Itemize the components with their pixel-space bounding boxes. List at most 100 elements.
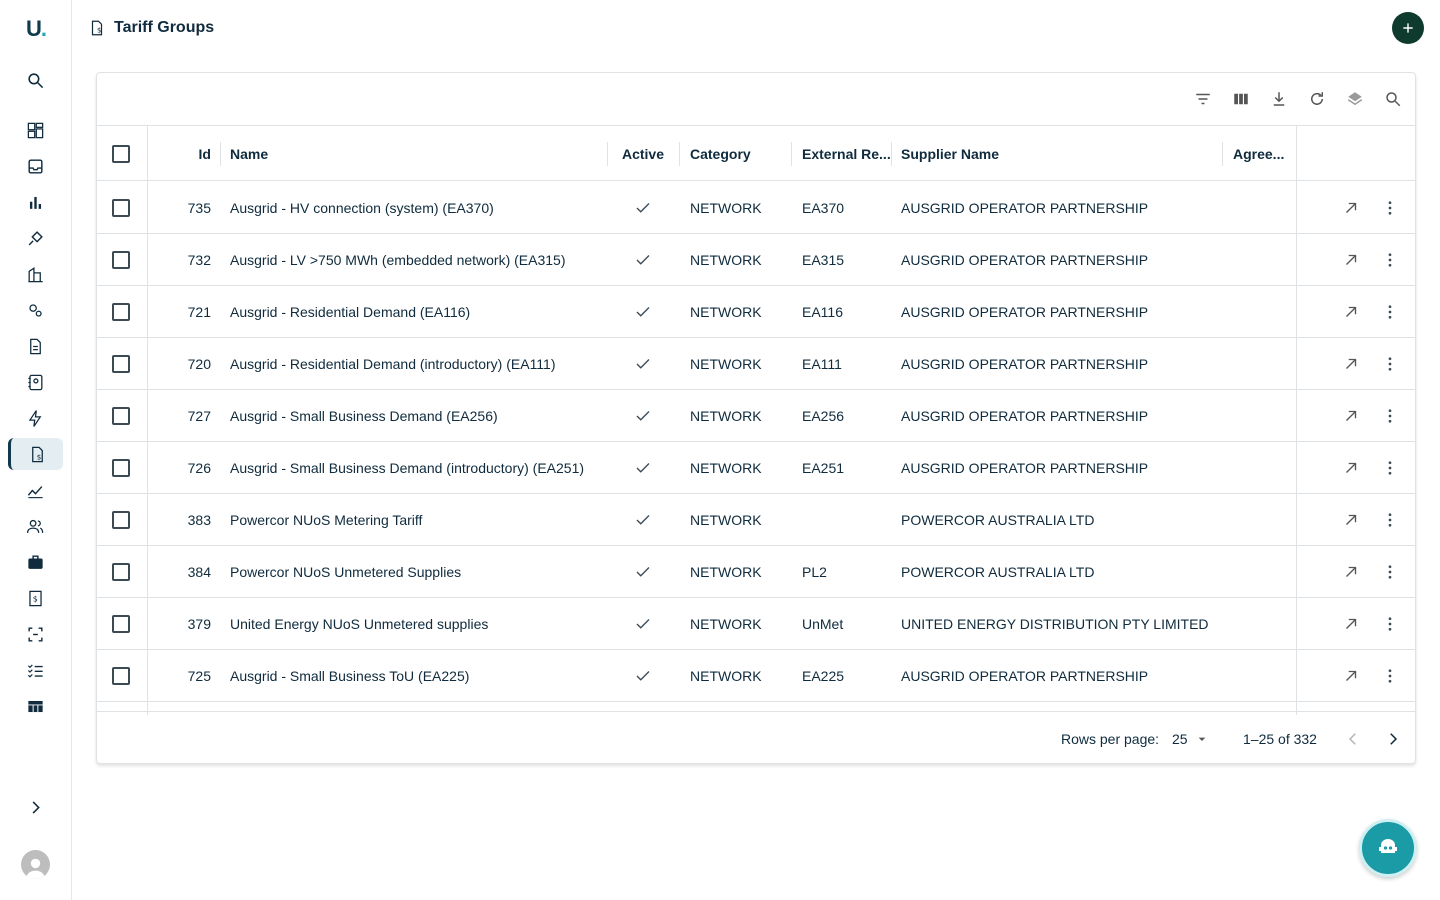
chat-assistant-button[interactable]	[1359, 819, 1417, 877]
refresh-button[interactable]	[1307, 87, 1327, 111]
sidebar-item-briefcase[interactable]	[8, 546, 63, 578]
sidebar-item-scan[interactable]	[8, 618, 63, 650]
row-menu-button[interactable]	[1381, 546, 1399, 597]
cell-id: 379	[187, 615, 211, 632]
refresh-icon	[1311, 92, 1323, 105]
app-logo[interactable]: U.	[26, 16, 47, 42]
row-menu-button[interactable]	[1381, 442, 1399, 493]
select-all-checkbox[interactable]	[112, 126, 130, 181]
row-checkbox[interactable]	[112, 338, 130, 389]
sidebar-item-building[interactable]	[8, 258, 63, 290]
row-menu-button[interactable]	[1381, 494, 1399, 545]
search-button[interactable]	[1383, 87, 1403, 111]
row-checkbox[interactable]	[112, 494, 130, 545]
sidebar-item-document[interactable]	[8, 330, 63, 362]
user-avatar[interactable]	[21, 850, 50, 879]
sidebar-item-bolt[interactable]	[8, 402, 63, 434]
table-row[interactable]: 725 Ausgrid - Small Business ToU (EA225) N…	[97, 650, 1415, 702]
row-checkbox[interactable]	[112, 546, 130, 597]
previous-page-button[interactable]	[1344, 712, 1362, 763]
sidebar-item-table[interactable]	[8, 690, 63, 722]
open-in-new-icon	[1346, 514, 1357, 525]
layers-button[interactable]	[1345, 87, 1365, 111]
column-header-active[interactable]: Active	[607, 126, 679, 181]
row-menu-button[interactable]	[1381, 598, 1399, 649]
sidebar-item-people[interactable]	[8, 510, 63, 542]
open-button[interactable]	[1342, 494, 1360, 545]
row-checkbox[interactable]	[112, 442, 130, 493]
sidebar-item-checklist[interactable]	[8, 654, 63, 686]
row-menu-button[interactable]	[1381, 650, 1399, 701]
location-icon	[29, 303, 42, 317]
table-row[interactable]: 384 Powercor NUoS Unmetered Supplies NETWO…	[97, 546, 1415, 598]
sidebar: U. $ $	[0, 0, 72, 900]
table-row[interactable]: 727 Ausgrid - Small Business Demand (EA25…	[97, 390, 1415, 442]
svg-text:$: $	[36, 452, 41, 461]
column-header-id[interactable]: Id	[147, 126, 211, 181]
row-menu-button[interactable]	[1381, 234, 1399, 285]
table-row[interactable]: 721 Ausgrid - Residential Demand (EA116) N…	[97, 286, 1415, 338]
sidebar-item-location[interactable]	[8, 294, 63, 326]
row-checkbox[interactable]	[112, 234, 130, 285]
filter-button[interactable]	[1193, 87, 1213, 111]
row-checkbox[interactable]	[112, 182, 130, 233]
layers-icon	[1347, 92, 1363, 106]
table-row[interactable]: 732 Ausgrid - LV >750 MWh (embedded netwo…	[97, 234, 1415, 286]
download-button[interactable]	[1269, 87, 1289, 111]
data-grid: Id Name Active Category External Re... S…	[96, 72, 1416, 764]
cell-external-ref: EA370	[802, 199, 845, 216]
row-menu-button[interactable]	[1381, 286, 1399, 337]
column-header-supplier-name[interactable]: Supplier Name	[901, 126, 999, 181]
sidebar-item-contacts[interactable]	[8, 366, 63, 398]
row-menu-button[interactable]	[1381, 182, 1399, 233]
active-check-icon	[607, 286, 679, 337]
sidebar-item-trend[interactable]	[8, 474, 63, 506]
svg-text:$: $	[33, 594, 38, 603]
next-page-button[interactable]	[1384, 712, 1402, 763]
sidebar-item-search[interactable]	[8, 64, 63, 96]
cell-category: NETWORK	[690, 459, 762, 476]
sidebar-item-dashboard[interactable]	[8, 114, 63, 146]
open-button[interactable]	[1342, 546, 1360, 597]
row-checkbox[interactable]	[112, 650, 130, 701]
table-row[interactable]: 383 Powercor NUoS Metering Tariff NETWORK P…	[97, 494, 1415, 546]
open-button[interactable]	[1342, 286, 1360, 337]
sidebar-item-plug[interactable]	[8, 222, 63, 254]
add-button[interactable]	[1392, 12, 1424, 44]
open-button[interactable]	[1342, 650, 1360, 701]
column-header-category[interactable]: Category	[690, 126, 751, 181]
column-header-agreement[interactable]: Agree...	[1233, 126, 1284, 181]
table-row[interactable]: 720 Ausgrid - Residential Demand (introdu…	[97, 338, 1415, 390]
cell-id: 727	[187, 407, 211, 424]
cell-external-ref: EA256	[802, 407, 845, 424]
columns-button[interactable]	[1231, 87, 1251, 111]
expand-sidebar-button[interactable]	[8, 791, 63, 823]
cell-supplier-name: POWERCOR AUSTRALIA LTD	[901, 563, 1095, 580]
open-button[interactable]	[1342, 338, 1360, 389]
open-button[interactable]	[1342, 182, 1360, 233]
sidebar-item-invoice[interactable]: $	[8, 582, 63, 614]
sidebar-item-tariff[interactable]: $	[8, 438, 63, 470]
sidebar-item-inbox[interactable]	[8, 150, 63, 182]
open-button[interactable]	[1342, 390, 1360, 441]
search-icon	[1386, 92, 1401, 107]
row-checkbox[interactable]	[112, 390, 130, 441]
row-menu-button[interactable]	[1381, 338, 1399, 389]
column-header-name[interactable]: Name	[230, 126, 268, 181]
row-checkbox[interactable]	[112, 286, 130, 337]
robot-icon	[1379, 839, 1397, 853]
sidebar-item-bar-chart[interactable]	[8, 186, 63, 218]
open-button[interactable]	[1342, 598, 1360, 649]
table-row[interactable]: 735 Ausgrid - HV connection (system) (EA3…	[97, 182, 1415, 234]
column-header-external-ref[interactable]: External Re...	[802, 126, 891, 181]
row-menu-button[interactable]	[1381, 390, 1399, 441]
open-button[interactable]	[1342, 234, 1360, 285]
table-row[interactable]: 379 United Energy NUoS Unmetered supplies…	[97, 598, 1415, 650]
table-row[interactable]: 726 Ausgrid - Small Business Demand (intr…	[97, 442, 1415, 494]
rows-per-page-select[interactable]: 25	[1172, 712, 1210, 763]
more-vertical-icon	[1388, 616, 1392, 631]
open-button[interactable]	[1342, 442, 1360, 493]
cell-name: United Energy NUoS Unmetered supplies	[230, 615, 489, 632]
cell-supplier-name: AUSGRID OPERATOR PARTNERSHIP	[901, 459, 1149, 476]
row-checkbox[interactable]	[112, 598, 130, 649]
